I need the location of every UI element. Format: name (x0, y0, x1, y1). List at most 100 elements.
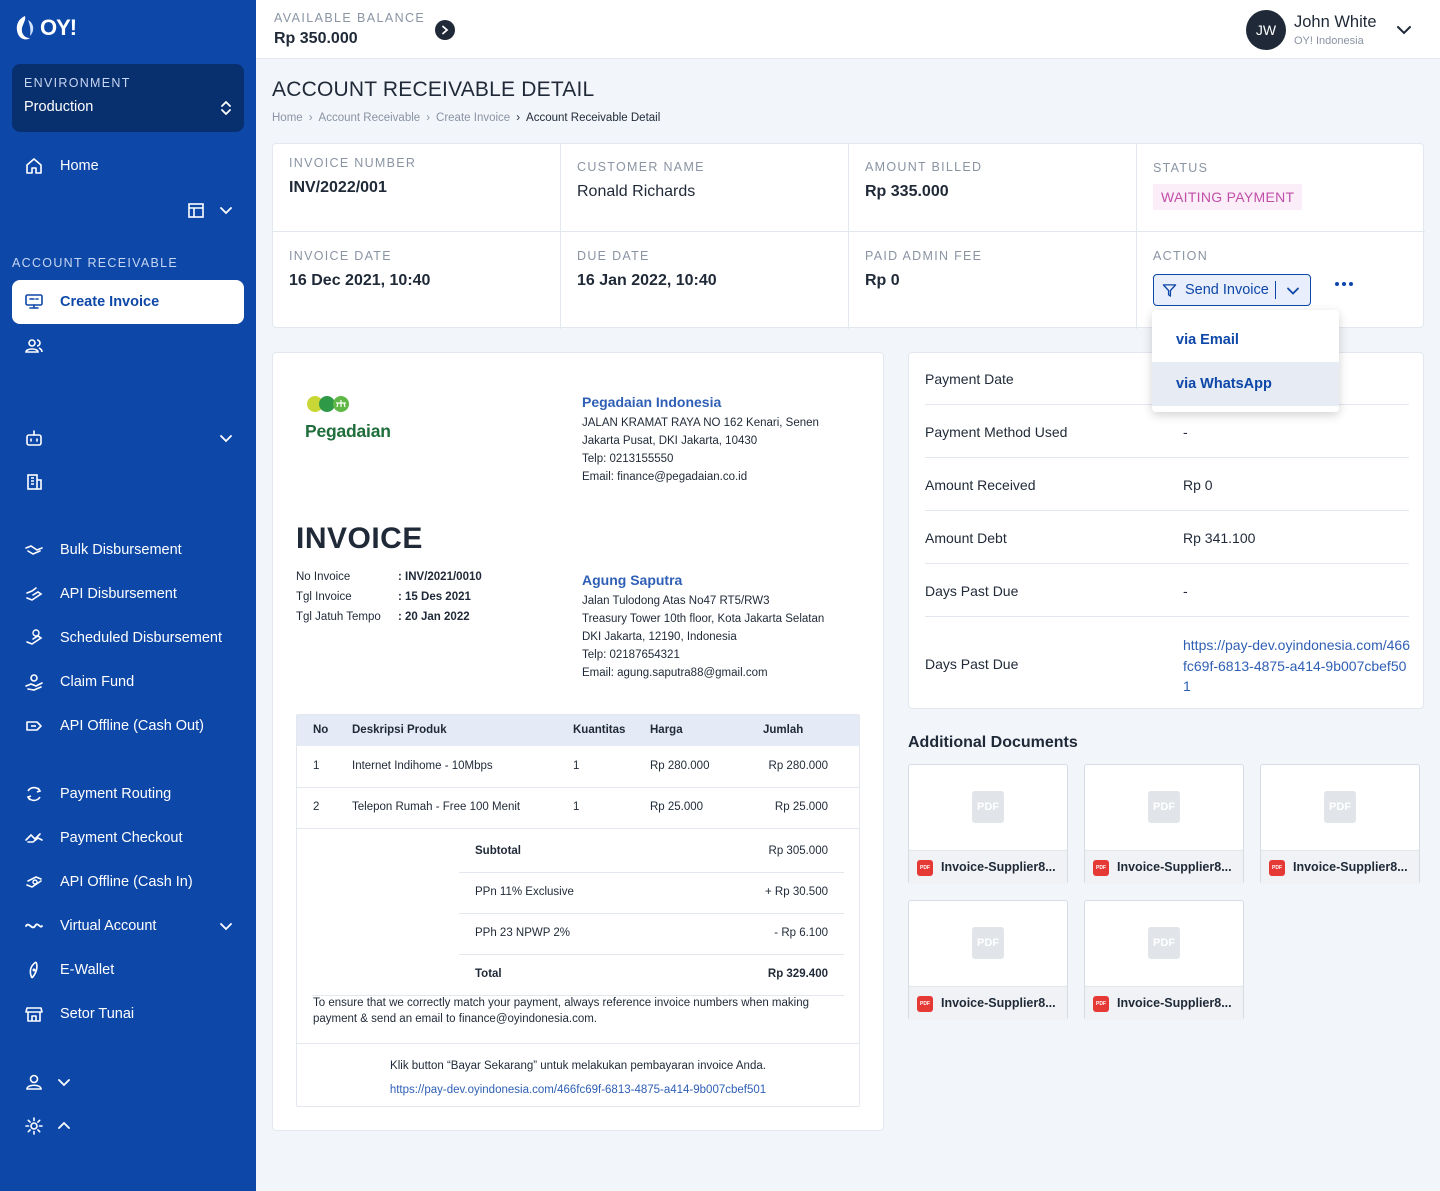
customer-name-title: Agung Saputra (582, 572, 683, 588)
days-past-due-value: - (1183, 583, 1188, 599)
document-name: Invoice-Supplier8... (941, 996, 1056, 1010)
table-header: No Deskripsi Produk Kuantitas Harga Juml… (297, 715, 859, 746)
sidebar-item-table-group[interactable] (12, 188, 244, 232)
ppn-label: PPn 11% Exclusive (475, 886, 574, 898)
dot (1349, 282, 1353, 286)
checkout-icon (25, 833, 43, 843)
balance-details-button[interactable] (435, 20, 455, 40)
send-via-whatsapp-option[interactable]: via WhatsApp (1152, 362, 1339, 406)
row-number: 1 (313, 760, 320, 772)
more-actions-button[interactable] (1335, 282, 1353, 286)
breadcrumb: Home › Account Receivable › Create Invoi… (272, 112, 660, 124)
column-header: Harga (650, 724, 683, 736)
chevron-up-icon (58, 1121, 70, 1129)
sidebar-item-building[interactable] (12, 460, 244, 504)
sidebar: OY! ENVIRONMENT Production Home ACCOUNT … (0, 0, 256, 1191)
send-invoice-dropdown: via Email via WhatsApp (1152, 310, 1339, 412)
breadcrumb-create-invoice[interactable]: Create Invoice (436, 112, 510, 124)
row-price: Rp 25.000 (650, 801, 704, 813)
sidebar-item-virtual-account[interactable]: Virtual Account (12, 904, 244, 948)
document-card[interactable]: PDF PDF Invoice-Supplier8... (1260, 764, 1420, 884)
environment-value: Production (24, 99, 94, 115)
pdf-file-icon: PDF (1093, 860, 1109, 876)
bot-icon (26, 430, 42, 446)
sidebar-item-customers[interactable] (12, 324, 244, 368)
document-card[interactable]: PDF PDF Invoice-Supplier8... (908, 900, 1068, 1020)
sidebar-item-create-invoice[interactable]: Create Invoice (12, 280, 244, 324)
pdf-thumbnail-icon: PDF (1148, 927, 1180, 959)
pegadaian-logo: Pegadaian (305, 394, 391, 442)
sidebar-item-api-offline-cash-out[interactable]: API Offline (Cash Out) (12, 704, 244, 748)
document-card[interactable]: PDF PDF Invoice-Supplier8... (908, 764, 1068, 884)
invoice-meta-label: Tgl Invoice (296, 591, 352, 603)
breadcrumb-separator: › (308, 112, 313, 124)
admin-fee-value: Rp 0 (865, 272, 900, 289)
row-quantity: 1 (573, 760, 580, 772)
additional-documents-title: Additional Documents (908, 734, 1078, 751)
pay-link[interactable]: https://pay-dev.oyindonesia.com/466fc69f… (297, 1084, 859, 1096)
oy-logo-icon (16, 16, 34, 40)
customer-name-value: Ronald Richards (577, 183, 696, 200)
sidebar-item-label: Payment Checkout (60, 830, 183, 846)
sidebar-item-home[interactable]: Home (12, 144, 244, 188)
sidebar-item-e-wallet[interactable]: E-Wallet (12, 948, 244, 992)
invoice-meta-label: Tgl Jatuh Tempo (296, 611, 381, 623)
sidebar-item-group-collapse[interactable] (12, 416, 244, 460)
send-invoice-button[interactable]: Send Invoice (1153, 274, 1311, 306)
sidebar-item-api-disbursement[interactable]: API Disbursement (12, 572, 244, 616)
due-date-label: DUE DATE (577, 249, 650, 263)
send-icon (1162, 284, 1177, 297)
sidebar-item-label: Scheduled Disbursement (60, 630, 223, 646)
invoice-date-value: 16 Dec 2021, 10:40 (289, 272, 431, 289)
sidebar-item-claim-fund[interactable]: Claim Fund (12, 660, 244, 704)
sidebar-item-settings[interactable] (12, 1104, 244, 1148)
send-via-email-option[interactable]: via Email (1152, 318, 1339, 362)
balance-label: AVAILABLE BALANCE (274, 11, 426, 25)
sidebar-item-setor-tunai[interactable]: Setor Tunai (12, 992, 244, 1036)
button-divider (1275, 281, 1276, 299)
payment-date-label: Payment Date (925, 371, 1014, 387)
scheduled-money-icon (26, 629, 43, 645)
balance-value: Rp 350.000 (274, 30, 358, 47)
gear-icon (25, 1117, 43, 1135)
column-header: Kuantitas (573, 724, 626, 736)
payment-link[interactable]: https://pay-dev.oyindonesia.com/466fc69f… (1183, 635, 1411, 697)
document-name: Invoice-Supplier8... (941, 860, 1056, 874)
status-label: STATUS (1153, 161, 1209, 175)
send-invoice-label: Send Invoice (1185, 282, 1269, 298)
breadcrumb-account-receivable[interactable]: Account Receivable (319, 112, 421, 124)
oy-logo[interactable]: OY! (14, 14, 77, 42)
sidebar-item-scheduled-disbursement[interactable]: Scheduled Disbursement (12, 616, 244, 660)
sidebar-item-label: API Offline (Cash Out) (60, 718, 204, 734)
sidebar-item-label: Create Invoice (60, 294, 160, 310)
sidebar-item-bulk-disbursement[interactable]: Bulk Disbursement (12, 528, 244, 572)
chevron-down-icon[interactable] (1286, 284, 1300, 298)
avatar[interactable]: JW (1246, 10, 1286, 50)
company-phone: Telp: 0213155550 (582, 453, 674, 465)
document-card[interactable]: PDF PDF Invoice-Supplier8... (1084, 900, 1244, 1020)
status-cell: STATUS WAITING PAYMENT (1137, 149, 1425, 237)
sidebar-item-api-offline-cash-in[interactable]: API Offline (Cash In) (12, 860, 244, 904)
virtual-account-icon (25, 923, 43, 929)
row-description: Telepon Rumah - Free 100 Menit (352, 801, 521, 813)
company-name: Pegadaian Indonesia (582, 394, 722, 410)
breadcrumb-home[interactable]: Home (272, 112, 303, 124)
sidebar-item-profile[interactable] (12, 1060, 244, 1104)
document-card[interactable]: PDF PDF Invoice-Supplier8... (1084, 764, 1244, 884)
document-name: Invoice-Supplier8... (1117, 860, 1232, 874)
sidebar-item-payment-checkout[interactable]: Payment Checkout (12, 816, 244, 860)
amount-billed-value: Rp 335.000 (865, 183, 949, 200)
pegadaian-logo-icon (307, 396, 349, 412)
chevron-down-icon (220, 923, 232, 931)
invoice-date-cell: INVOICE DATE 16 Dec 2021, 10:40 (273, 237, 561, 325)
payment-method-value: - (1183, 424, 1188, 440)
breadcrumb-current: Account Receivable Detail (526, 112, 661, 124)
environment-selector[interactable]: ENVIRONMENT Production (12, 64, 244, 132)
sidebar-item-payment-routing[interactable]: Payment Routing (12, 772, 244, 816)
environment-label: ENVIRONMENT (24, 76, 131, 90)
user-name: John White (1294, 13, 1377, 31)
invoice-number-value: INV/2022/001 (289, 179, 387, 196)
amount-billed-label: AMOUNT BILLED (865, 160, 983, 174)
chevron-down-icon[interactable] (1396, 22, 1412, 38)
document-name: Invoice-Supplier8... (1117, 996, 1232, 1010)
